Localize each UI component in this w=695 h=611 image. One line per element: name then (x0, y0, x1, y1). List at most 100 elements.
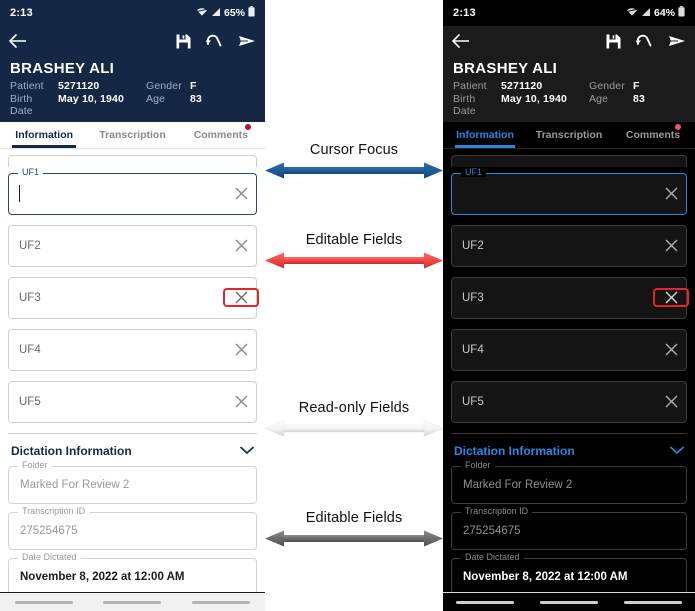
signal-bars-icon (211, 4, 221, 22)
annotation-cursor-focus-label: Cursor Focus (265, 142, 443, 158)
field-uf1-legend: UF1 (461, 168, 486, 177)
patient-row-1: Patient 5271120 Gender F (10, 80, 255, 92)
patient-header: BRASHEY ALI Patient 5271120 Gender F Bir… (0, 56, 265, 122)
save-icon[interactable] (176, 34, 191, 49)
system-nav-bar (0, 592, 265, 611)
clear-x-icon[interactable] (226, 395, 256, 408)
nav-recents-pill[interactable] (15, 601, 73, 604)
patient-id-value: 5271120 (58, 80, 146, 92)
clear-x-icon[interactable] (656, 395, 686, 408)
patient-id-value: 5271120 (501, 80, 589, 92)
wifi-icon (626, 4, 638, 22)
chevron-down-icon[interactable] (240, 442, 254, 460)
field-folder-value: Marked For Review 2 (9, 479, 129, 491)
birth-date-value: May 10, 1940 (58, 93, 146, 105)
nav-recents-pill[interactable] (456, 601, 514, 604)
tab-information[interactable]: Information (0, 122, 88, 148)
field-date-dictated-label: Date Dictated (461, 553, 524, 562)
patient-id-label: Patient (10, 80, 58, 92)
birth-date-value: May 10, 1940 (501, 93, 589, 105)
field-folder-label: Folder (18, 461, 52, 470)
chevron-down-icon[interactable] (670, 442, 684, 460)
field-partial-above[interactable] (8, 155, 257, 167)
clear-x-icon[interactable] (656, 187, 686, 200)
information-form: UF1 UF2 UF3 UF4 (0, 149, 265, 611)
wifi-icon (196, 4, 208, 22)
field-uf2[interactable]: UF2 (8, 225, 257, 267)
field-partial-above[interactable] (451, 155, 687, 167)
field-uf2-value: UF2 (452, 240, 656, 252)
tab-information[interactable]: Information (443, 122, 527, 148)
birth-date-label: Birth Date (453, 93, 501, 117)
patient-row-1: Patient 5271120 Gender F (453, 80, 685, 92)
field-uf2-value: UF2 (9, 240, 226, 252)
field-uf5[interactable]: UF5 (451, 381, 687, 423)
tab-transcription-label: Transcription (536, 129, 603, 141)
double-arrow-blue-icon (265, 159, 443, 181)
clear-x-icon[interactable] (226, 187, 256, 200)
field-date-dictated[interactable]: Date Dictated November 8, 2022 at 12:00 … (451, 558, 687, 596)
tab-comments[interactable]: Comments (177, 122, 265, 148)
tab-information-label: Information (456, 129, 514, 141)
field-uf3-value: UF3 (9, 292, 226, 304)
clear-x-icon[interactable] (656, 291, 686, 304)
gender-value: F (190, 80, 255, 92)
field-folder: Folder Marked For Review 2 (451, 466, 687, 504)
dark-theme-phone: 2:13 64% (443, 0, 695, 611)
tab-bar: Information Transcription Comments (443, 122, 695, 149)
battery-icon (248, 4, 255, 22)
send-icon[interactable] (238, 34, 256, 48)
patient-header: BRASHEY ALI Patient 5271120 Gender F Bir… (443, 56, 695, 122)
clear-x-icon[interactable] (226, 239, 256, 252)
annotation-readonly-fields-label: Read-only Fields (265, 400, 443, 416)
clear-x-icon[interactable] (656, 343, 686, 356)
field-uf3-value: UF3 (452, 292, 656, 304)
app-toolbar (443, 26, 695, 56)
patient-id-label: Patient (453, 80, 501, 92)
save-icon[interactable] (606, 34, 621, 49)
tab-transcription[interactable]: Transcription (88, 122, 176, 148)
clear-x-icon[interactable] (656, 239, 686, 252)
tab-transcription-label: Transcription (99, 129, 166, 141)
undo-icon[interactable] (636, 34, 653, 48)
status-bar: 2:13 65% (0, 0, 265, 26)
field-transcription-id-value: 275254675 (452, 525, 521, 537)
nav-home-pill[interactable] (540, 601, 598, 604)
comments-badge-dot (245, 124, 251, 130)
comments-badge-dot (675, 124, 681, 130)
field-uf2[interactable]: UF2 (451, 225, 687, 267)
field-uf1[interactable]: UF1 (8, 173, 257, 215)
text-caret (462, 185, 463, 202)
field-date-dictated-value: November 8, 2022 at 12:00 AM (452, 571, 628, 583)
field-uf3[interactable]: UF3 (8, 277, 257, 319)
nav-home-pill[interactable] (103, 601, 161, 604)
annotation-readonly-fields: Read-only Fields (265, 400, 443, 439)
send-icon[interactable] (668, 34, 686, 48)
back-arrow-icon[interactable] (452, 34, 469, 48)
double-arrow-red-icon (265, 249, 443, 271)
field-date-dictated[interactable]: Date Dictated November 8, 2022 at 12:00 … (8, 558, 257, 596)
field-transcription-id: Transcription ID 275254675 (8, 512, 257, 550)
gender-value: F (633, 80, 685, 92)
age-label: Age (146, 93, 190, 105)
field-uf3[interactable]: UF3 (451, 277, 687, 319)
clear-x-icon[interactable] (226, 291, 256, 304)
field-uf5[interactable]: UF5 (8, 381, 257, 423)
battery-percent-label: 65% (224, 7, 245, 19)
field-uf4[interactable]: UF4 (451, 329, 687, 371)
status-indicators: 65% (196, 4, 255, 22)
clear-x-icon[interactable] (226, 343, 256, 356)
tab-transcription[interactable]: Transcription (527, 122, 611, 148)
battery-percent-label: 64% (654, 7, 675, 19)
field-uf1[interactable]: UF1 (451, 173, 687, 215)
undo-icon[interactable] (206, 34, 223, 48)
field-date-dictated-value: November 8, 2022 at 12:00 AM (9, 571, 185, 583)
tab-comments-label: Comments (626, 129, 680, 141)
tab-comments[interactable]: Comments (611, 122, 695, 148)
nav-back-pill[interactable] (192, 601, 250, 604)
annotation-editable-fields-bottom-label: Editable Fields (265, 510, 443, 526)
birth-date-label: Birth Date (10, 93, 58, 117)
nav-back-pill[interactable] (624, 601, 682, 604)
back-arrow-icon[interactable] (9, 34, 26, 48)
field-uf4[interactable]: UF4 (8, 329, 257, 371)
